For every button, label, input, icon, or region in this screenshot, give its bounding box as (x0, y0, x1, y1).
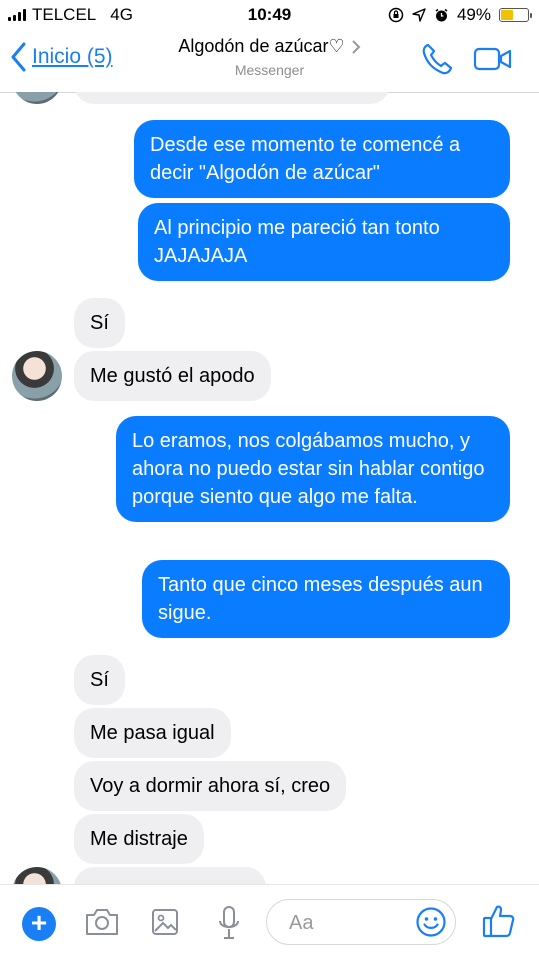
message-bubble-partial (74, 92, 390, 104)
contact-avatar (12, 867, 62, 884)
message-bubble-outgoing[interactable]: Lo eramos, nos colgábamos mucho, y ahora… (116, 416, 510, 522)
image-icon (152, 909, 178, 935)
gallery-button[interactable] (150, 907, 180, 942)
plus-icon: + (30, 907, 48, 938)
conversation-subtitle: Messenger (234, 62, 305, 78)
emoji-icon (416, 907, 446, 937)
message-bubble-partial (74, 867, 266, 884)
message-bubble-incoming[interactable]: Me distraje (74, 814, 204, 864)
message-bubble-outgoing[interactable]: Tanto que cinco meses después aun sigue. (142, 560, 510, 638)
message-bubble-outgoing[interactable]: Desde ese momento te comencé a decir "Al… (134, 120, 510, 198)
conversation-header: Inicio (5) Algodón de azúcar♡ Messenger (0, 30, 539, 93)
message-bubble-incoming[interactable]: Sí (74, 655, 125, 705)
message-bubble-incoming[interactable]: Voy a dormir ahora sí, creo (74, 761, 347, 811)
contact-avatar (12, 92, 62, 104)
camera-button[interactable] (84, 907, 120, 942)
emoji-button[interactable] (415, 906, 447, 943)
composer-bar: + (0, 884, 539, 961)
message-bubble-outgoing[interactable]: Al principio me pareció tan tonto JAJAJA… (138, 203, 510, 281)
rotation-lock-icon (388, 7, 404, 23)
battery-icon (499, 8, 532, 22)
message-bubble-incoming[interactable]: Sí (74, 298, 125, 348)
battery-percent: 49% (456, 5, 491, 24)
battery-fill (501, 10, 513, 20)
conversation-title: Algodón de azúcar♡ (178, 36, 345, 56)
chevron-right-icon (351, 39, 361, 54)
location-icon (412, 8, 426, 22)
call-button[interactable] (421, 42, 453, 81)
thumbs-up-icon (482, 905, 515, 938)
contact-avatar[interactable] (12, 351, 62, 401)
message-input-box[interactable] (266, 899, 456, 945)
message-input[interactable] (287, 911, 411, 936)
video-icon (473, 47, 512, 71)
video-call-button[interactable] (473, 46, 513, 77)
voice-button[interactable] (216, 905, 242, 946)
alarm-icon (435, 8, 448, 21)
camera-icon (86, 909, 118, 935)
status-right: 49% (388, 5, 532, 25)
conversation-title-block[interactable]: Algodón de azúcar♡ Messenger (0, 36, 539, 78)
status-bar: TELCEL 4G 10:49 49% (0, 0, 539, 30)
like-button[interactable] (482, 903, 516, 944)
microphone-icon (219, 906, 239, 939)
phone-icon (422, 43, 453, 75)
message-list[interactable]: Desde ese momento te comencé a decir "Al… (0, 92, 539, 884)
plus-button[interactable]: + (22, 907, 56, 941)
message-bubble-incoming[interactable]: Me gustó el apodo (74, 351, 271, 401)
message-bubble-incoming[interactable]: Me pasa igual (74, 708, 231, 758)
